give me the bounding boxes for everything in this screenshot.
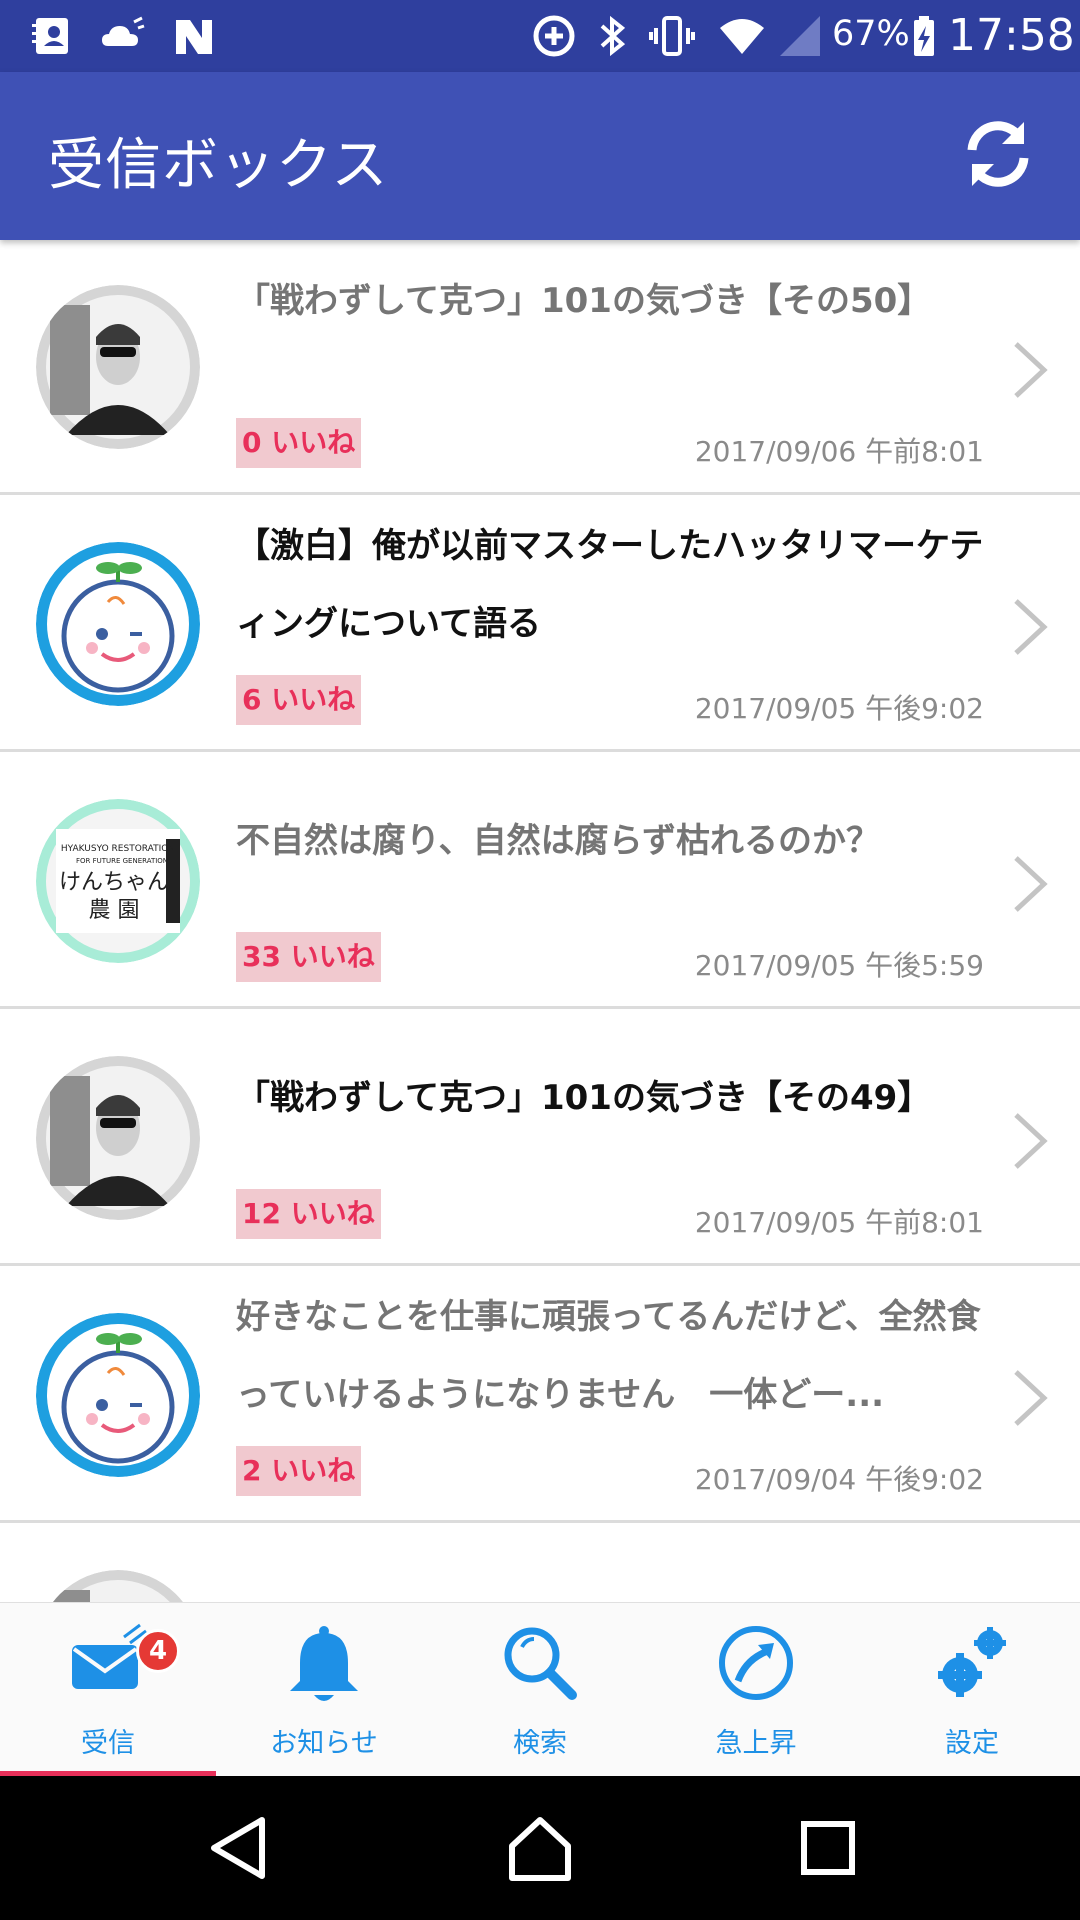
message-row[interactable]: 【激白】俺が以前マスターしたハッタリマーケティングについて語る 6 いいね 20… bbox=[0, 497, 1080, 752]
battery-percentage: 67% bbox=[832, 14, 910, 54]
unread-count-badge: 4 bbox=[136, 1629, 180, 1673]
avatar-sprout-character bbox=[36, 1313, 200, 1477]
trending-icon bbox=[719, 1626, 793, 1700]
chevron-right-icon bbox=[1014, 342, 1048, 398]
refresh-button[interactable] bbox=[958, 114, 1038, 194]
vibrate-icon bbox=[648, 12, 696, 60]
logo-text-farm: 農 園 bbox=[89, 898, 140, 923]
likes-badge: 12 いいね bbox=[236, 1189, 381, 1239]
message-row[interactable]: HYAKUSYO RESTORATION FOR FUTURE GENERATI… bbox=[0, 754, 1080, 1009]
logo-text-line2: FOR FUTURE GENERATION bbox=[76, 857, 168, 865]
likes-badge: 0 いいね bbox=[236, 418, 362, 468]
nav-label: 急上昇 bbox=[715, 1728, 797, 1759]
gears-icon bbox=[938, 1627, 1006, 1697]
weather-cloud-icon bbox=[98, 12, 146, 60]
bell-icon bbox=[290, 1626, 358, 1701]
message-date: 2017/09/04 午後9:02 bbox=[694, 1463, 984, 1496]
battery-charging-icon bbox=[900, 12, 948, 60]
message-title: 【激白】俺が以前マスターしたハッタリマーケティングについて語る bbox=[236, 526, 984, 644]
nav-label: 受信 bbox=[81, 1728, 135, 1759]
logo-text-line1: HYAKUSYO RESTORATION bbox=[61, 844, 175, 854]
recents-icon[interactable] bbox=[792, 1812, 864, 1884]
bluetooth-icon bbox=[588, 12, 636, 60]
message-date: 2017/09/06 午前8:01 bbox=[694, 435, 984, 468]
nav-trending[interactable]: 急上昇 bbox=[648, 1603, 864, 1777]
message-row-partial[interactable] bbox=[0, 1525, 1080, 1602]
message-date: 2017/09/05 午後9:02 bbox=[694, 692, 984, 725]
chevron-right-icon bbox=[1014, 1113, 1048, 1169]
chevron-right-icon bbox=[1014, 1370, 1048, 1426]
nav-notifications[interactable]: お知らせ bbox=[216, 1603, 432, 1777]
message-date: 2017/09/05 午前8:01 bbox=[694, 1206, 984, 1239]
page-title: 受信ボックス bbox=[48, 133, 389, 198]
nav-label: 検索 bbox=[513, 1728, 567, 1759]
message-title: 不自然は腐り、自然は腐らず枯れるのか？ bbox=[236, 821, 880, 861]
refresh-icon bbox=[967, 121, 1029, 187]
status-bar: 67% 17:58 bbox=[0, 0, 1080, 72]
data-saver-icon bbox=[530, 12, 578, 60]
message-row[interactable]: 「戦わずして克つ」101の気づき【その49】 12 いいね 2017/09/05… bbox=[0, 1011, 1080, 1266]
cell-signal-icon bbox=[776, 12, 824, 60]
bottom-navigation: 4 受信 お知らせ 検索 急上昇 設定 bbox=[0, 1602, 1080, 1777]
search-icon bbox=[504, 1627, 577, 1700]
message-title: 「戦わずして克つ」101の気づき【その49】 bbox=[236, 1078, 932, 1118]
message-row[interactable]: 好きなことを仕事に頑張ってるんだけど、全然食っていけるようになりません 一体どー… bbox=[0, 1268, 1080, 1523]
contact-card-icon bbox=[28, 12, 76, 60]
logo-text-name: けんちゃん bbox=[59, 870, 169, 895]
screen: 67% 17:58 受信ボックス 「戦わずして克つ」101の気づき【その50】 … bbox=[0, 0, 1080, 1920]
chevron-right-icon bbox=[1014, 599, 1048, 655]
avatar-kenchan-farm: HYAKUSYO RESTORATION FOR FUTURE GENERATI… bbox=[36, 799, 200, 963]
message-title: 「戦わずして克つ」101の気づき【その50】 bbox=[236, 281, 932, 321]
message-row[interactable]: 「戦わずして克つ」101の気づき【その50】 0 いいね 2017/09/06 … bbox=[0, 240, 1080, 495]
mail-icon bbox=[72, 1623, 147, 1689]
app-bar: 受信ボックス bbox=[0, 72, 1080, 240]
nfc-icon bbox=[170, 12, 218, 60]
likes-badge: 33 いいね bbox=[236, 932, 381, 982]
avatar-sprout-character bbox=[36, 542, 200, 706]
inbox-list[interactable]: 「戦わずして克つ」101の気づき【その50】 0 いいね 2017/09/06 … bbox=[0, 240, 1080, 1602]
avatar-man-sunglasses bbox=[36, 1570, 200, 1602]
chevron-right-icon bbox=[1014, 856, 1048, 912]
avatar-man-sunglasses bbox=[36, 285, 200, 449]
likes-badge: 2 いいね bbox=[236, 1446, 362, 1496]
system-navigation-bar bbox=[0, 1776, 1080, 1920]
avatar-man-sunglasses bbox=[36, 1056, 200, 1220]
nav-inbox[interactable]: 4 受信 bbox=[0, 1603, 216, 1777]
nav-label: お知らせ bbox=[270, 1728, 378, 1759]
back-icon[interactable] bbox=[204, 1812, 276, 1884]
nav-label: 設定 bbox=[945, 1728, 999, 1759]
nav-search[interactable]: 検索 bbox=[432, 1603, 648, 1777]
wifi-icon bbox=[718, 12, 766, 60]
likes-badge: 6 いいね bbox=[236, 675, 362, 725]
clock: 17:58 bbox=[948, 10, 1075, 61]
message-date: 2017/09/05 午後5:59 bbox=[694, 949, 984, 982]
message-title: 好きなことを仕事に頑張ってるんだけど、全然食っていけるようになりません 一体どー… bbox=[236, 1297, 981, 1415]
nav-settings[interactable]: 設定 bbox=[864, 1603, 1080, 1777]
home-icon[interactable] bbox=[504, 1812, 576, 1884]
